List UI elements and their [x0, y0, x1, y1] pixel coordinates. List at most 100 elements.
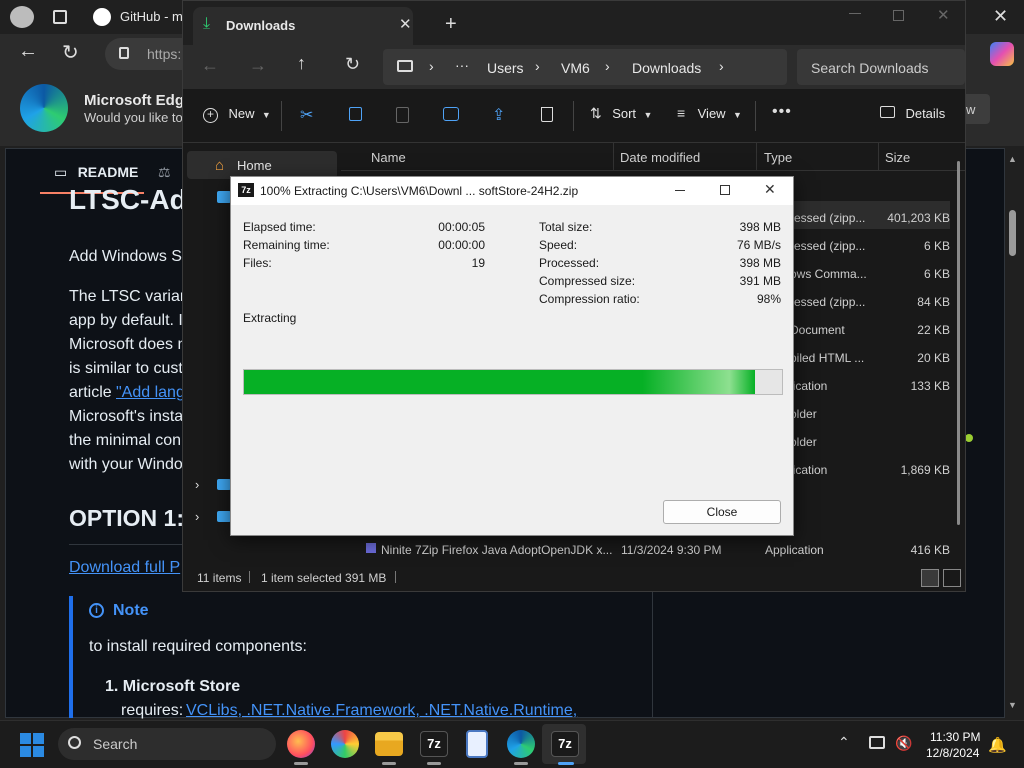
stat-label: Compression ratio:: [539, 292, 640, 306]
table-row[interactable]: Ninite 7Zip Firefox Java AdoptOpenJDK x.…: [342, 539, 950, 559]
stat-value: 398 MB: [739, 256, 781, 270]
file-type: ressed (zipp...: [790, 211, 866, 225]
option-heading: OPTION 1:: [69, 505, 185, 531]
promo-title: Microsoft Edge: [84, 92, 193, 109]
running-indicator: [514, 762, 528, 765]
item-count: 11 items: [197, 571, 242, 585]
close-icon[interactable]: ✕: [764, 181, 776, 198]
windows-start-icon[interactable]: [20, 733, 44, 757]
balance-scale-icon[interactable]: ⚖: [158, 164, 171, 181]
progress-fill: [244, 370, 756, 394]
7zip-active-taskbar-icon[interactable]: 7z: [551, 731, 579, 757]
running-indicator: [427, 762, 441, 765]
readme-tab[interactable]: ▭ README: [54, 164, 138, 182]
file-size: 22 KB: [917, 323, 950, 337]
dialog-title-bar: 7z 100% Extracting C:\Users\VM6\Downl ..…: [231, 177, 793, 205]
stat-label: Speed:: [539, 238, 578, 252]
dialog-title: 100% Extracting C:\Users\VM6\Downl ... s…: [260, 184, 579, 198]
readme-line: article: [69, 384, 112, 401]
close-button[interactable]: Close: [663, 500, 781, 524]
status-dot-icon: [965, 434, 973, 442]
active-indicator: [558, 762, 574, 765]
download-link[interactable]: Download full P: [69, 559, 180, 577]
selection-info: 1 item selected 391 MB: [261, 571, 387, 585]
file-type: ressed (zipp...: [790, 295, 866, 309]
file-type: lication: [790, 379, 828, 393]
readme-line: with your Windo: [69, 456, 183, 473]
lock-icon: [119, 47, 129, 59]
readme-tab-label: README: [77, 164, 139, 180]
stat-value: 19: [471, 256, 485, 270]
status-divider: [395, 571, 396, 583]
stat-label: Files:: [243, 256, 272, 270]
readme-line: Microsoft does n: [69, 336, 187, 353]
notifications-bell-icon[interactable]: 🔔: [988, 736, 1007, 754]
list-scrollbar[interactable]: [957, 161, 960, 525]
readme-line: the minimal con: [69, 432, 182, 449]
file-size: 84 KB: [917, 295, 950, 309]
7zip-taskbar-icon[interactable]: 7z: [420, 731, 448, 757]
notepad-icon[interactable]: [466, 730, 488, 758]
stat-label: Remaining time:: [243, 238, 330, 252]
readme-para1: Add Windows St: [69, 248, 187, 265]
readme-line: Microsoft's insta: [69, 408, 184, 425]
back-arrow-icon[interactable]: ←: [18, 40, 38, 63]
note-bar: [69, 596, 73, 718]
clock-time[interactable]: 11:30 PM: [930, 730, 980, 744]
address-field[interactable]: https:: [105, 38, 185, 70]
running-indicator: [294, 762, 308, 765]
list-item: 1. Microsoft Store: [105, 678, 241, 695]
refresh-icon[interactable]: ↻: [62, 40, 79, 65]
edge-taskbar-icon[interactable]: [507, 730, 535, 758]
copilot-icon[interactable]: [990, 42, 1014, 66]
info-icon: i: [89, 603, 104, 618]
promo-subtitle: Would you like to: [84, 110, 183, 125]
stat-value: 00:00:00: [438, 238, 485, 252]
add-lang-link[interactable]: "Add lang: [116, 384, 185, 402]
file-type: Application: [765, 543, 824, 557]
maximize-icon[interactable]: [720, 185, 730, 195]
file-type: older: [790, 407, 817, 421]
show-hidden-icons-icon[interactable]: ⌃: [838, 734, 850, 751]
tab-actions-icon[interactable]: [53, 10, 67, 24]
stat-value: 76 MB/s: [736, 238, 781, 252]
note-label: Note: [113, 602, 149, 619]
readme-line: is similar to cust: [69, 360, 183, 377]
file-size: 133 KB: [910, 379, 950, 393]
stat-label: Total size:: [539, 220, 593, 234]
profile-avatar[interactable]: [10, 6, 34, 28]
github-icon: [93, 8, 111, 26]
edge-tab-title[interactable]: GitHub - mi: [120, 9, 186, 24]
file-type: lication: [790, 463, 828, 477]
requires-label: requires:: [121, 702, 184, 719]
stat-value: 398 MB: [739, 220, 781, 234]
progress-bar: [243, 369, 783, 395]
scroll-down-icon[interactable]: ▼: [1008, 700, 1017, 710]
tiles-view-icon[interactable]: [943, 569, 961, 587]
file-type: ressed (zipp...: [790, 239, 866, 253]
file-size: 20 KB: [917, 351, 950, 365]
running-indicator: [382, 762, 396, 765]
readme-line: The LTSC variant: [69, 288, 194, 305]
stat-label: Processed:: [539, 256, 600, 270]
search-label: Search: [93, 736, 138, 752]
minimize-icon[interactable]: [675, 190, 685, 191]
book-icon: ▭: [54, 164, 68, 180]
scroll-up-icon[interactable]: ▲: [1008, 154, 1017, 164]
network-status-icon[interactable]: [869, 736, 885, 749]
close-icon[interactable]: ✕: [993, 6, 1008, 27]
app-icon: [366, 543, 376, 553]
taskbar-search[interactable]: Search: [58, 728, 276, 760]
volume-muted-icon[interactable]: 🔇: [895, 735, 912, 752]
firefox-icon[interactable]: [287, 730, 315, 758]
stat-value: 98%: [756, 292, 781, 306]
readme-heading: LTSC-Ad: [69, 184, 187, 215]
scroll-thumb[interactable]: [1009, 210, 1016, 256]
file-explorer-icon[interactable]: [375, 732, 403, 756]
clock-date[interactable]: 12/8/2024: [926, 746, 979, 760]
status-text: Extracting: [243, 311, 297, 325]
details-view-icon[interactable]: [921, 569, 939, 587]
paint-icon[interactable]: [331, 730, 359, 758]
requires-links[interactable]: VCLibs, .NET.Native.Framework, .NET.Nati…: [186, 702, 577, 720]
status-divider: [249, 571, 250, 583]
